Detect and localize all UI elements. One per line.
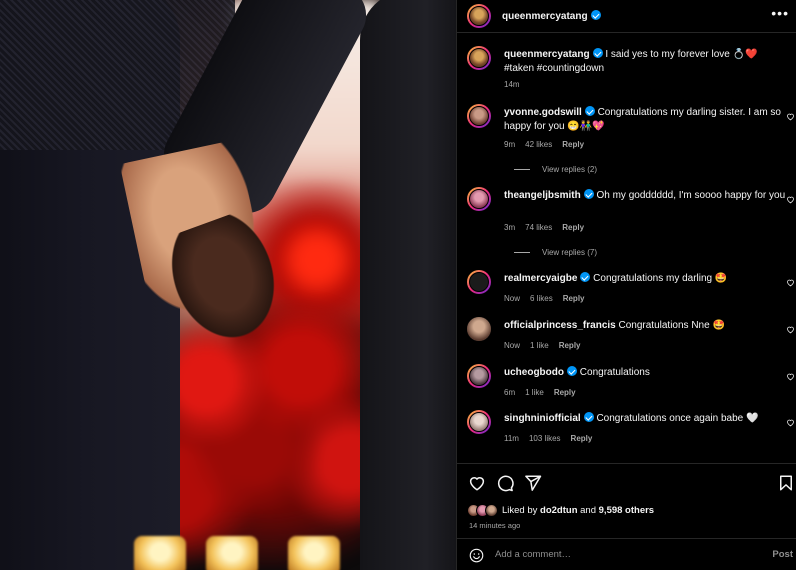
- share-icon[interactable]: [524, 474, 542, 492]
- commenter-avatar[interactable]: [467, 317, 491, 341]
- post-photo[interactable]: [0, 0, 456, 570]
- verified-icon: [583, 412, 594, 422]
- comment-time: 3m: [504, 223, 516, 232]
- emoji-icon[interactable]: [469, 548, 484, 563]
- commenter-username[interactable]: realmercyaigbe: [504, 273, 577, 284]
- comment-likes[interactable]: 103 likes: [529, 434, 561, 443]
- commenter-username[interactable]: singhniniofficial: [504, 413, 581, 424]
- caption-username[interactable]: queenmercyatang: [504, 49, 590, 60]
- reply-button[interactable]: Reply: [562, 223, 584, 232]
- more-icon[interactable]: •••: [771, 6, 789, 20]
- commenter-avatar[interactable]: [467, 410, 491, 434]
- comment-time: 6m: [504, 388, 516, 397]
- view-replies-button[interactable]: View replies (7): [514, 248, 597, 257]
- commenter-username[interactable]: theangeljbsmith: [504, 190, 581, 201]
- caption-avatar[interactable]: [467, 46, 491, 70]
- comment-text: Congratulations once again babe 🤍: [596, 413, 759, 424]
- likes-summary: Liked by do2dtun and 9,598 others: [467, 504, 654, 517]
- comment-text: Congratulations my darling 🤩: [593, 273, 728, 284]
- reply-button[interactable]: Reply: [562, 140, 584, 149]
- right-figure: [360, 0, 456, 570]
- comment-heart-icon[interactable]: [786, 112, 795, 121]
- reply-button[interactable]: Reply: [554, 388, 576, 397]
- liker-avatars[interactable]: [467, 504, 498, 517]
- comment-composer: Add a comment… Post: [457, 538, 796, 570]
- post-button[interactable]: Post: [772, 549, 793, 560]
- comment-heart-icon[interactable]: [786, 278, 795, 287]
- liked-by-user[interactable]: do2dtun: [540, 505, 577, 516]
- commenter-avatar[interactable]: [467, 270, 491, 294]
- action-bar: Liked by do2dtun and 9,598 others 14 min…: [457, 463, 796, 538]
- view-replies-button[interactable]: View replies (2): [514, 165, 597, 174]
- commenter-avatar[interactable]: [467, 104, 491, 128]
- commenter-username[interactable]: ucheogbodo: [504, 367, 564, 378]
- post-timestamp: 14 minutes ago: [469, 521, 521, 530]
- reply-button[interactable]: Reply: [563, 294, 585, 303]
- verified-icon: [584, 106, 595, 116]
- verified-icon: [592, 48, 603, 58]
- comment-likes[interactable]: 1 like: [525, 388, 544, 397]
- comment-time: 11m: [504, 434, 519, 443]
- verified-icon: [583, 189, 594, 199]
- post-header: queenmercyatang •••: [457, 0, 796, 33]
- comment-heart-icon[interactable]: [786, 372, 795, 381]
- verified-icon: [567, 366, 577, 376]
- commenter-username[interactable]: officialprincess_francis: [504, 320, 616, 331]
- commenter-username[interactable]: yvonne.godswill: [504, 107, 582, 118]
- commenter-avatar[interactable]: [467, 364, 491, 388]
- comment-input[interactable]: Add a comment…: [495, 549, 571, 560]
- commenter-avatar[interactable]: [467, 187, 491, 211]
- comment-likes[interactable]: 6 likes: [530, 294, 553, 303]
- comment-heart-icon[interactable]: [786, 418, 795, 427]
- heart-icon[interactable]: [468, 474, 486, 492]
- candle: [134, 536, 186, 570]
- reply-button[interactable]: Reply: [559, 341, 581, 350]
- comment-time: 9m: [504, 140, 516, 149]
- comment-heart-icon[interactable]: [786, 195, 795, 204]
- author-avatar[interactable]: [467, 4, 491, 28]
- post-details-panel: queenmercyatang ••• queenmercyatang I sa…: [456, 0, 796, 570]
- reply-button[interactable]: Reply: [571, 434, 593, 443]
- comment-likes[interactable]: 1 like: [530, 341, 549, 350]
- comment-text: Oh my godddddd, I'm soooo happy for you: [596, 190, 786, 201]
- comment-likes[interactable]: 42 likes: [525, 140, 552, 149]
- comment-heart-icon[interactable]: [786, 325, 795, 334]
- verified-icon: [580, 272, 591, 282]
- bookmark-icon[interactable]: [777, 474, 795, 492]
- candle: [288, 536, 340, 570]
- caption-time: 14m: [504, 80, 520, 89]
- others-likes-link[interactable]: 9,598 others: [599, 505, 654, 516]
- author-username[interactable]: queenmercyatang: [502, 11, 588, 22]
- comment-time: Now: [504, 341, 521, 350]
- candle: [206, 536, 258, 570]
- comment-text: Congratulations Nne 🤩: [618, 320, 725, 331]
- comment-text: Congratulations: [579, 367, 650, 378]
- verified-icon: [590, 10, 601, 20]
- comment-icon[interactable]: [496, 474, 514, 492]
- comment-likes[interactable]: 74 likes: [525, 223, 552, 232]
- comment-time: Now: [504, 294, 521, 303]
